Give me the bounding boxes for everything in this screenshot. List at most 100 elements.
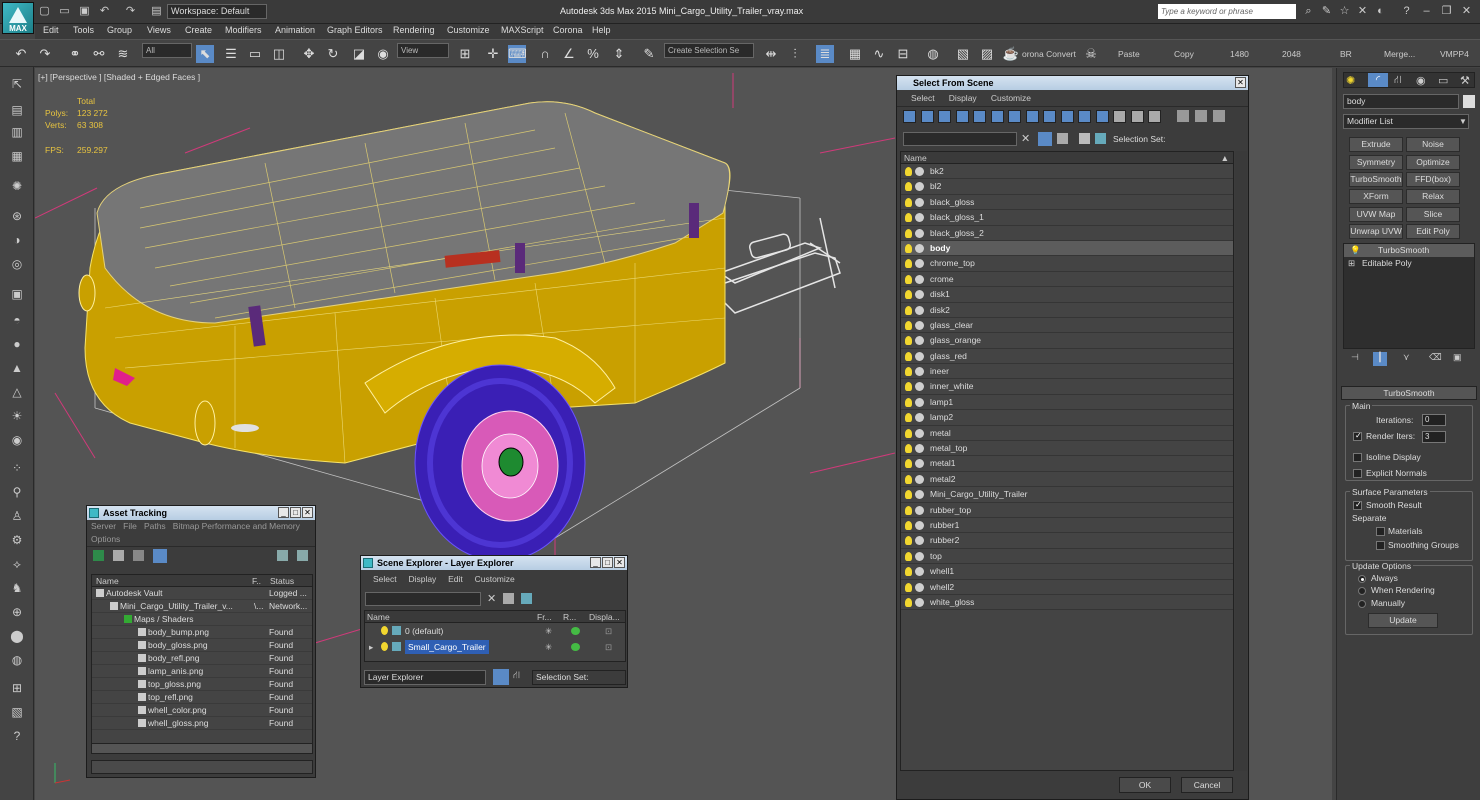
material-editor-icon[interactable]: ◍ [924,45,942,63]
scene-object-row[interactable]: lamp1 [901,395,1233,411]
curve-editor-icon[interactable]: ∿ [870,45,888,63]
viewport-label[interactable]: [+] [Perspective ] [Shaded + Edged Faces… [38,72,200,82]
selection-set-dropdown[interactable]: Selection Set: [532,670,626,685]
unlink-icon[interactable]: ⚯ [90,45,108,63]
uvw-map-button[interactable]: UVW Map [1349,207,1403,222]
bulb-icon[interactable] [905,413,912,423]
geometry-icon[interactable]: ⊛ [8,207,26,225]
bulb-icon[interactable] [905,474,912,484]
menu-server[interactable]: Server [91,521,116,531]
smooth-result-checkbox[interactable] [1353,500,1362,510]
filter-space-warps-icon[interactable] [990,110,1004,123]
help-icon[interactable] [277,550,288,561]
bulb-icon[interactable] [905,382,912,392]
selection-filter-dropdown[interactable]: All [142,43,192,58]
menu-select[interactable]: Select [911,93,935,103]
sun-icon[interactable]: ☀ [8,407,26,425]
bulb-icon[interactable] [905,490,912,500]
filter-hidden-icon[interactable] [1095,110,1109,123]
snaps-toggle-icon[interactable]: ∩ [536,45,554,63]
bulb-icon[interactable] [905,197,912,207]
bulb-icon[interactable] [905,520,912,530]
corona-skull-icon[interactable]: ☠ [1082,45,1100,63]
materials-checkbox[interactable] [1376,527,1385,536]
filter-helpers-icon[interactable] [973,110,986,123]
light-icon[interactable]: ✺ [8,177,26,195]
paste-button[interactable]: Paste [1118,49,1140,59]
bulb-icon[interactable] [905,167,912,176]
help-circle-icon[interactable]: ? [8,727,26,745]
schematic-view-icon[interactable]: ⊟ [894,45,912,63]
asset-row[interactable]: Maps / Shaders [92,613,312,626]
menu-bitmap-performance[interactable]: Bitmap Performance and Memory [173,521,300,531]
freeze-icon[interactable]: ✳ [545,639,552,655]
cone-icon[interactable]: ▲ [8,359,26,377]
bone-icon[interactable]: ⚲ [8,483,26,501]
bulb-icon[interactable] [905,305,912,315]
list-view-icon[interactable] [113,550,124,561]
horizontal-scrollbar[interactable] [92,743,312,753]
menu-paths[interactable]: Paths [144,521,166,531]
bulb-icon[interactable] [905,213,912,223]
scene-explorer-icon[interactable]: ▤ [8,101,26,119]
slice-button[interactable]: Slice [1406,207,1460,222]
scene-object-row[interactable]: whell1 [901,564,1233,580]
layer-mode-icon[interactable] [493,669,509,685]
make-unique-icon[interactable]: ⋎ [1403,352,1410,363]
bulb-icon[interactable] [905,551,912,561]
expand-plus-icon[interactable]: ⊞ [1348,257,1355,270]
new-file-icon[interactable]: ▢ [38,4,51,18]
layer-row-default[interactable]: 0 (default) ✳ ⊡ [365,623,625,639]
turbosmooth-button[interactable]: TurboSmooth [1349,172,1403,187]
rectangular-selection-icon[interactable]: ▭ [246,45,264,63]
undo-icon[interactable]: ↶ [98,4,111,18]
minimize-icon[interactable]: _ [590,557,601,568]
col-render[interactable]: R... [563,611,576,623]
place-icon[interactable]: ◉ [374,45,392,63]
scene-search-input[interactable] [365,592,481,606]
display-tab-icon[interactable]: ▭ [1438,74,1448,87]
filter-cameras-icon[interactable] [955,110,969,123]
hierarchy-tab-icon[interactable]: ⛙ [1394,74,1402,88]
rendered-frame-window-icon[interactable]: ▨ [978,45,996,63]
layer-options-icon[interactable] [521,593,532,604]
scene-object-row[interactable]: disk1 [901,287,1233,303]
explorer-type-dropdown[interactable]: Layer Explorer [364,670,486,685]
render-production-icon[interactable]: ☕ [1002,45,1020,63]
turbosmooth-rollout-header[interactable]: TurboSmooth [1341,386,1477,400]
ffd-box-button[interactable]: FFD(box) [1406,172,1460,187]
window-crossing-icon[interactable]: ◫ [270,45,288,63]
close-icon[interactable]: ✕ [302,507,313,518]
vertical-scrollbar[interactable] [1235,151,1247,771]
bulb-icon[interactable] [905,259,912,269]
maximize-icon[interactable]: □ [290,507,301,518]
col-name[interactable]: Name [904,152,927,164]
extrude-button[interactable]: Extrude [1349,137,1403,152]
menu-graph-editors[interactable]: Graph Editors [327,25,383,35]
when-rendering-radio[interactable] [1358,587,1366,595]
filter-bones-icon[interactable] [1043,110,1056,123]
menu-views[interactable]: Views [147,25,171,35]
grid-view-icon[interactable] [153,549,167,563]
layer-manager-icon[interactable]: ≣ [816,45,834,63]
grid-view-icon[interactable]: ⊞ [8,679,26,697]
bulb-icon[interactable] [905,397,912,407]
hf-icon[interactable]: ⊕ [8,603,26,621]
bulb-icon[interactable]: 💡 [1350,244,1361,257]
menu-corona[interactable]: Corona [553,25,583,35]
resolution-2048-button[interactable]: 2048 [1282,49,1301,59]
minimize-window-icon[interactable]: – [1420,4,1433,18]
align-icon[interactable]: ⫶ [786,45,804,63]
filter-none-icon[interactable] [1130,110,1144,123]
always-radio[interactable] [1358,575,1366,583]
scene-object-row[interactable]: bl2 [901,179,1233,195]
asset-row[interactable]: body_refl.png Found [92,652,312,665]
minimize-icon[interactable]: _ [278,507,289,518]
dropdown-arrow-icon[interactable]: ▼ [1459,114,1471,129]
bulb-icon[interactable] [381,626,388,635]
display-box-icon[interactable]: ⊡ [605,623,612,639]
save-file-icon[interactable]: ▣ [78,4,91,18]
relax-button[interactable]: Relax [1406,189,1460,204]
render-teapot-icon[interactable] [571,627,580,635]
project-folder-icon[interactable]: ▤ [150,4,163,18]
